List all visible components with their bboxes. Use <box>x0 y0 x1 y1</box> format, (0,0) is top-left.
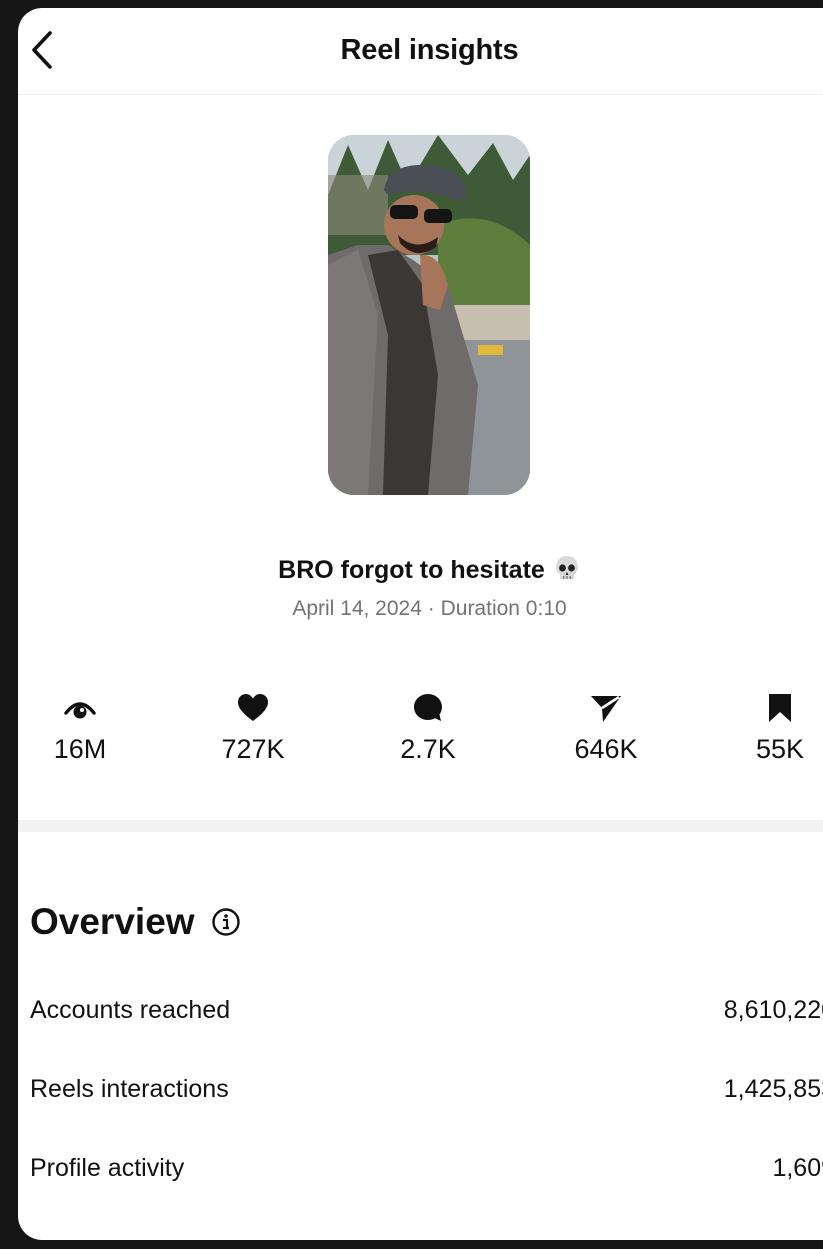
overview-row-label: Accounts reached <box>30 996 231 1024</box>
reel-thumbnail[interactable] <box>328 135 530 495</box>
overview-row-value: 8,610,220 <box>723 996 823 1024</box>
reel-duration: Duration 0:10 <box>440 597 567 620</box>
send-icon <box>591 695 621 722</box>
skull-emoji <box>553 554 581 589</box>
overview-row-value: 1,609 <box>772 1154 823 1182</box>
overview-title: Overview <box>30 901 195 942</box>
caption-text: BRO forgot to hesitate <box>278 556 545 585</box>
stat-likes-value: 727K <box>221 734 285 764</box>
stat-comments-value: 2.7K <box>400 734 456 764</box>
header: Reel insights <box>18 8 823 95</box>
reel-meta: April 14, 2024 · Duration 0:10 <box>18 597 823 621</box>
reel-thumbnail-image <box>328 135 530 495</box>
stat-plays-value: 16M <box>53 734 107 764</box>
reel-date: April 14, 2024 <box>292 597 422 620</box>
meta-separator: · <box>427 597 435 620</box>
overview-row-label: Reels interactions <box>30 1075 229 1103</box>
stat-plays: 16M <box>20 692 140 765</box>
reel-insights-screen: Reel insights BRO forgot to hesitate Apr… <box>18 8 823 1240</box>
stat-shares: 646K <box>546 692 666 765</box>
overview-row-label: Profile activity <box>30 1154 185 1182</box>
reel-caption: BRO forgot to hesitate <box>18 554 823 589</box>
heart-icon <box>238 694 268 721</box>
stat-comments: 2.7K <box>368 692 488 765</box>
stat-saves-value: 55K <box>755 734 805 764</box>
info-icon[interactable] <box>211 907 241 937</box>
overview-heading: Overview <box>30 901 241 943</box>
section-divider <box>18 820 823 832</box>
eye-icon <box>64 702 96 719</box>
stat-shares-value: 646K <box>574 734 638 764</box>
bookmark-icon <box>769 694 791 722</box>
comment-icon <box>414 694 442 721</box>
stat-likes: 727K <box>193 692 313 765</box>
overview-row-value: 1,425,853 <box>723 1075 823 1103</box>
stat-saves: 55K <box>720 692 823 765</box>
page-title: Reel insights <box>340 34 519 66</box>
